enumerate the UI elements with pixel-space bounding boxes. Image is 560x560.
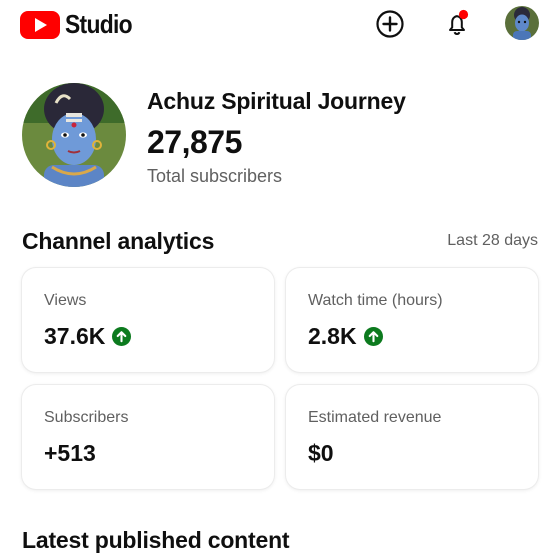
subscriber-count-label: Total subscribers: [147, 166, 283, 186]
estimated-revenue-label: Estimated revenue: [308, 409, 442, 426]
analytics-period: Last 28 days: [447, 232, 538, 249]
watch-time-label: Watch time (hours): [308, 292, 443, 309]
trend-up-icon: [363, 327, 383, 346]
subscribers-label: Subscribers: [44, 409, 129, 426]
notification-bell-icon[interactable]: [441, 8, 473, 40]
youtube-studio-logo[interactable]: Studio: [20, 9, 141, 40]
channel-avatar[interactable]: [22, 83, 126, 187]
subscriber-count: 27,875: [147, 124, 242, 160]
estimated-revenue-value-row: $0: [308, 440, 334, 467]
logo-text: Studio: [65, 9, 133, 39]
views-value: 37.6K: [44, 323, 106, 349]
subscribers-value: +513: [44, 440, 96, 466]
account-avatar[interactable]: [505, 6, 539, 40]
views-label: Views: [44, 292, 87, 309]
notification-dot: [458, 9, 469, 20]
channel-analytics-heading: Channel analytics: [22, 228, 215, 254]
watch-time-value-row: 2.8K: [308, 323, 383, 350]
views-value-row: 37.6K: [44, 323, 132, 350]
top-app-bar: Studio: [0, 0, 560, 48]
subscribers-value-row: +513: [44, 440, 96, 467]
estimated-revenue-card[interactable]: Estimated revenue $0: [286, 385, 538, 489]
watch-time-card[interactable]: Watch time (hours) 2.8K: [286, 268, 538, 372]
create-icon[interactable]: [374, 8, 406, 40]
views-card[interactable]: Views 37.6K: [22, 268, 274, 372]
trend-up-icon: [112, 327, 132, 346]
latest-published-content-heading: Latest published content: [22, 527, 290, 553]
estimated-revenue-value: $0: [308, 440, 334, 466]
youtube-logo-icon: [20, 10, 60, 39]
watch-time-value: 2.8K: [308, 323, 357, 349]
channel-name: Achuz Spiritual Journey: [147, 88, 406, 114]
subscribers-card[interactable]: Subscribers +513: [22, 385, 274, 489]
